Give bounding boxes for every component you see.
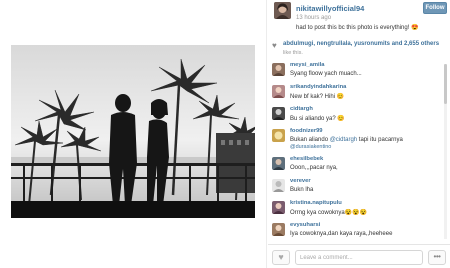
comment-input[interactable] (295, 250, 423, 265)
post-timestamp: 13 hours ago (296, 15, 332, 21)
comments-scrollbar-thumb[interactable] (444, 64, 447, 104)
user-avatar[interactable] (274, 2, 291, 19)
commenter-avatar[interactable] (272, 201, 285, 214)
more-options-button[interactable]: ••• (428, 250, 446, 265)
commenter-avatar[interactable] (272, 223, 285, 236)
comment-item: verever Bukn lha (272, 178, 444, 200)
post-username[interactable]: nikitawillyofficial94 (296, 4, 364, 13)
comment-text-part: tapi itu pacarnya (357, 137, 403, 143)
commenter-username[interactable]: evysuharsi (290, 222, 320, 228)
commenter-username[interactable]: verever (290, 178, 311, 184)
comment-text: Orrng kya cowoknya😵😵😵 (290, 210, 368, 216)
comment-mention[interactable]: @durasiakentino (290, 144, 331, 150)
commenter-avatar[interactable] (272, 107, 285, 120)
post-caption: had to post this bc this photo is everyt… (296, 25, 419, 31)
commenter-avatar[interactable] (272, 129, 285, 142)
like-button[interactable]: ♥ (272, 250, 290, 265)
comments-list[interactable]: meysi_amila Syang floow yach muach... sr… (268, 60, 448, 242)
commenter-avatar[interactable] (272, 85, 285, 98)
follow-button[interactable]: Follow (423, 2, 447, 14)
commenter-username[interactable]: cidtargh (290, 106, 313, 112)
comment-item: ehesilbebek Ooon,,,pacar nya, (272, 156, 444, 178)
comment-text: Iya cowoknya,dan kaya raya,,heeheee (290, 231, 393, 237)
commenter-username[interactable]: foodnizer99 (290, 128, 323, 134)
comment-text: Bukan aliando @cidtargh tapi itu pacarny… (290, 137, 403, 143)
comment-text-part: Bukan aliando (290, 137, 330, 143)
panel-divider (266, 0, 267, 268)
likers-list[interactable]: abdulmugi, nengtrullala, yusronumits and… (283, 41, 439, 47)
heart-icon: ♥ (272, 41, 277, 50)
commenter-username[interactable]: meysi_amila (290, 62, 324, 68)
liker-names[interactable]: abdulmugi, nengtrullala, yusronumits (283, 41, 390, 47)
comment-mention[interactable]: @cidtargh (330, 137, 357, 143)
commenter-avatar[interactable] (272, 157, 285, 170)
post-photo[interactable] (11, 45, 255, 218)
heart-icon: ♥ (278, 252, 284, 262)
likes-summary: ♥ abdulmugi, nengtrullala, yusronumits a… (270, 40, 448, 58)
comment-item: cidtargh Bu si aliando ya? 😊 (272, 106, 444, 128)
comment-text: Syang floow yach muach... (290, 71, 362, 77)
comment-item: srikandyindahkarina New bf kak? Hihi 😊 (272, 84, 444, 106)
commenter-avatar[interactable] (272, 179, 285, 192)
likes-count[interactable]: and 2,655 others (392, 41, 439, 47)
comment-text: Bu si aliando ya? 😊 (290, 116, 345, 122)
commenter-username[interactable]: kristina.napitupulu (290, 200, 342, 206)
comment-item: kristina.napitupulu Orrng kya cowoknya😵😵… (272, 200, 444, 222)
post-header: nikitawillyofficial94 13 hours ago had t… (274, 2, 447, 38)
comment-item: foodnizer99 Bukan aliando @cidtargh tapi… (272, 128, 444, 154)
photo-image (11, 45, 255, 218)
comment-text: Bukn lha (290, 187, 314, 193)
commenter-avatar[interactable] (272, 63, 285, 76)
comment-text: New bf kak? Hihi 😊 (290, 94, 345, 100)
comment-item: meysi_amila Syang floow yach muach... (272, 62, 444, 84)
commenter-username[interactable]: srikandyindahkarina (290, 84, 346, 90)
commenter-username[interactable]: ehesilbebek (290, 156, 323, 162)
comment-text: Ooon,,,pacar nya, (290, 165, 338, 171)
likes-suffix: like this. (283, 50, 303, 56)
footer-divider (268, 244, 450, 245)
comment-item: evysuharsi Iya cowoknya,dan kaya raya,,h… (272, 222, 444, 244)
